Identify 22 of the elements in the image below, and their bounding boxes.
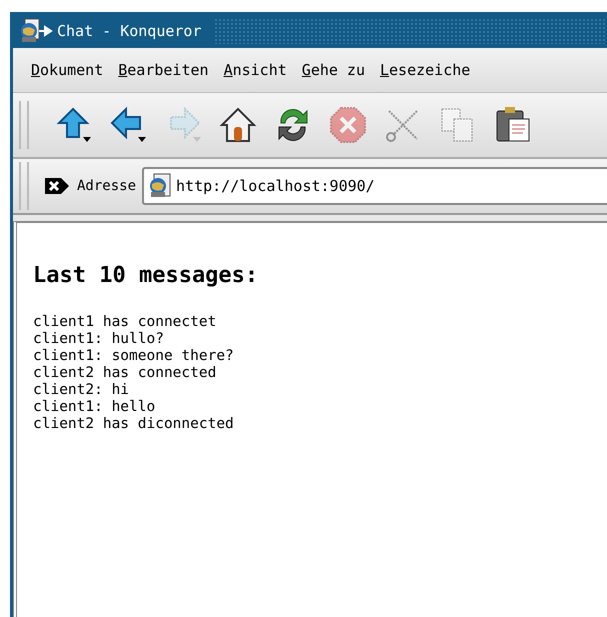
chat-message: client1: hello bbox=[33, 399, 156, 416]
address-field[interactable]: http://localhost:9090/ bbox=[142, 167, 607, 205]
chat-message: client2 has diconnected bbox=[33, 416, 235, 433]
chat-message: client2: hi bbox=[33, 382, 130, 399]
toolbar-handle[interactable] bbox=[19, 162, 29, 210]
chat-message: client1: hullo? bbox=[33, 331, 165, 348]
window-title: Chat - Konqueror bbox=[57, 22, 202, 40]
menu-item[interactable]: Dokument bbox=[31, 61, 104, 79]
address-label: Adresse bbox=[77, 178, 136, 194]
stop-icon bbox=[328, 105, 368, 145]
chat-message: client1 has connectet bbox=[33, 314, 218, 331]
chat-message: client1: someone there? bbox=[33, 348, 235, 365]
clear-icon[interactable] bbox=[43, 176, 71, 196]
menu-item[interactable]: Gehe zu bbox=[302, 61, 365, 79]
menu-item[interactable]: Ansicht bbox=[224, 61, 287, 79]
globe-icon bbox=[148, 173, 172, 199]
menu-item[interactable]: Bearbeiten bbox=[118, 61, 209, 79]
page-heading: Last 10 messages: bbox=[33, 263, 260, 288]
chat-message: client2 has connected bbox=[33, 365, 218, 382]
menu-item[interactable]: Lesezeiche bbox=[380, 61, 470, 79]
house-icon bbox=[218, 105, 258, 145]
toolbar-handle[interactable] bbox=[19, 101, 29, 149]
